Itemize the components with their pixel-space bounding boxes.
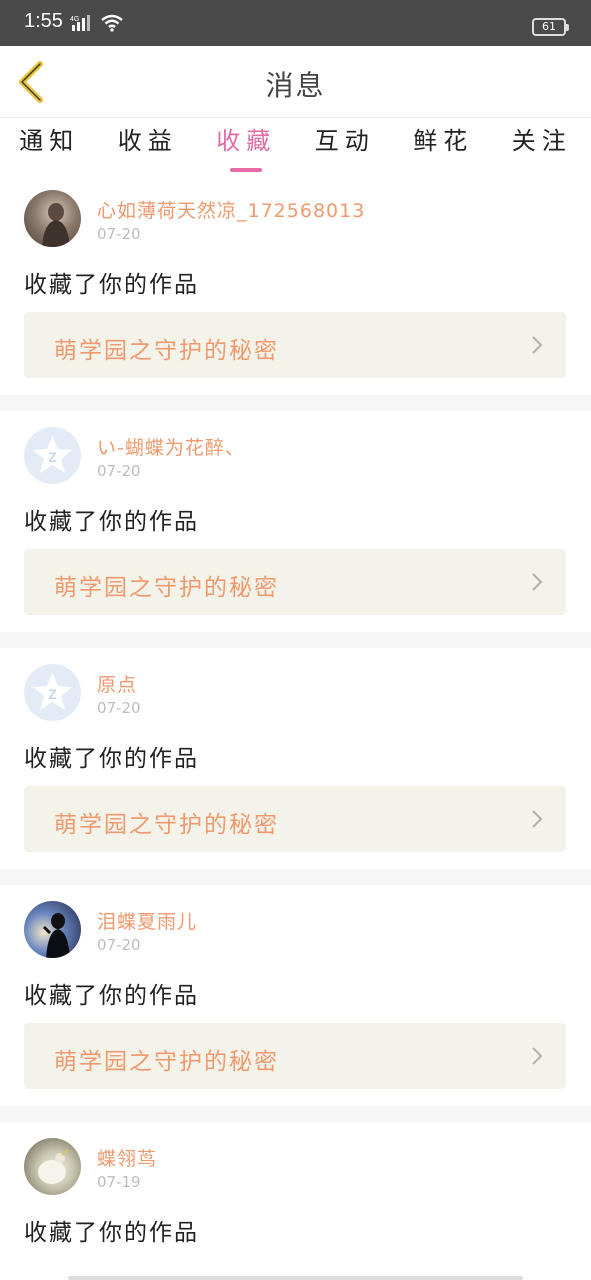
avatar[interactable] — [24, 1138, 81, 1195]
svg-text:Z: Z — [48, 449, 57, 465]
avatar[interactable] — [24, 901, 81, 958]
username[interactable]: 泪蝶夏雨儿 — [97, 907, 197, 934]
default-avatar-icon: Z — [33, 436, 72, 473]
chevron-right-icon — [532, 336, 543, 354]
work-link[interactable]: 萌学园之守护的秘密 — [24, 549, 566, 615]
username[interactable]: 原点 — [97, 670, 137, 697]
username[interactable]: 心如薄荷天然凉_172568013 — [97, 196, 365, 223]
message-tabs: 通知 收益 收藏 互动 鲜花 关注 — [0, 118, 591, 174]
username[interactable]: 蝶翎茑 — [97, 1144, 157, 1171]
list-divider — [0, 869, 591, 885]
tab-earnings[interactable]: 收益 — [99, 118, 198, 174]
message-action: 收藏了你的作品 — [24, 509, 199, 535]
message-date: 07-20 — [97, 225, 141, 243]
list-item: 蝶翎茑 07-19 收藏了你的作品 — [0, 1122, 591, 1280]
list-item: Z い-蝴蝶为花醉、 07-20 收藏了你的作品 萌学园之守护的秘密 — [0, 411, 591, 632]
signal-icon: 4G — [70, 14, 96, 36]
top-navbar: 消息 — [0, 46, 591, 118]
wifi-icon — [100, 14, 124, 36]
message-date: 07-20 — [97, 699, 141, 717]
chevron-right-icon — [532, 573, 543, 591]
avatar[interactable] — [24, 190, 81, 247]
work-link[interactable]: 萌学园之守护的秘密 — [24, 312, 566, 378]
message-action: 收藏了你的作品 — [24, 746, 199, 772]
default-avatar-icon: Z — [33, 673, 72, 710]
message-date: 07-20 — [97, 936, 141, 954]
message-date: 07-19 — [97, 1173, 141, 1191]
tab-follows[interactable]: 关注 — [493, 118, 591, 174]
work-link[interactable]: 萌学园之守护的秘密 — [24, 786, 566, 852]
work-title: 萌学园之守护的秘密 — [54, 812, 279, 838]
tab-favorites[interactable]: 收藏 — [197, 118, 296, 174]
message-list: 心如薄荷天然凉_172568013 07-20 收藏了你的作品 萌学园之守护的秘… — [0, 174, 591, 1280]
list-item: Z 原点 07-20 收藏了你的作品 萌学园之守护的秘密 — [0, 648, 591, 869]
chevron-right-icon — [532, 1047, 543, 1065]
work-title: 萌学园之守护的秘密 — [54, 338, 279, 364]
avatar[interactable]: Z — [24, 664, 81, 721]
message-date: 07-20 — [97, 462, 141, 480]
status-time: 1:55 — [24, 10, 63, 32]
username[interactable]: い-蝴蝶为花醉、 — [97, 433, 245, 460]
status-bar: 1:55 4G 61 — [0, 0, 591, 46]
home-indicator — [68, 1276, 523, 1280]
message-action: 收藏了你的作品 — [24, 983, 199, 1009]
tab-interactions[interactable]: 互动 — [296, 118, 395, 174]
tab-flowers[interactable]: 鲜花 — [394, 118, 493, 174]
work-link[interactable]: 萌学园之守护的秘密 — [24, 1023, 566, 1089]
list-divider — [0, 395, 591, 411]
network-type-label: 4G — [70, 16, 79, 23]
list-divider — [0, 1106, 591, 1122]
list-item: 心如薄荷天然凉_172568013 07-20 收藏了你的作品 萌学园之守护的秘… — [0, 174, 591, 395]
battery-indicator: 61 — [532, 18, 569, 36]
list-divider — [0, 632, 591, 648]
message-action: 收藏了你的作品 — [24, 1220, 199, 1246]
list-item: 泪蝶夏雨儿 07-20 收藏了你的作品 萌学园之守护的秘密 — [0, 885, 591, 1106]
tab-notifications[interactable]: 通知 — [0, 118, 99, 174]
work-title: 萌学园之守护的秘密 — [54, 575, 279, 601]
svg-text:Z: Z — [48, 686, 57, 702]
chevron-right-icon — [532, 810, 543, 828]
avatar[interactable]: Z — [24, 427, 81, 484]
message-action: 收藏了你的作品 — [24, 272, 199, 298]
work-title: 萌学园之守护的秘密 — [54, 1049, 279, 1075]
page-title: 消息 — [265, 69, 326, 102]
